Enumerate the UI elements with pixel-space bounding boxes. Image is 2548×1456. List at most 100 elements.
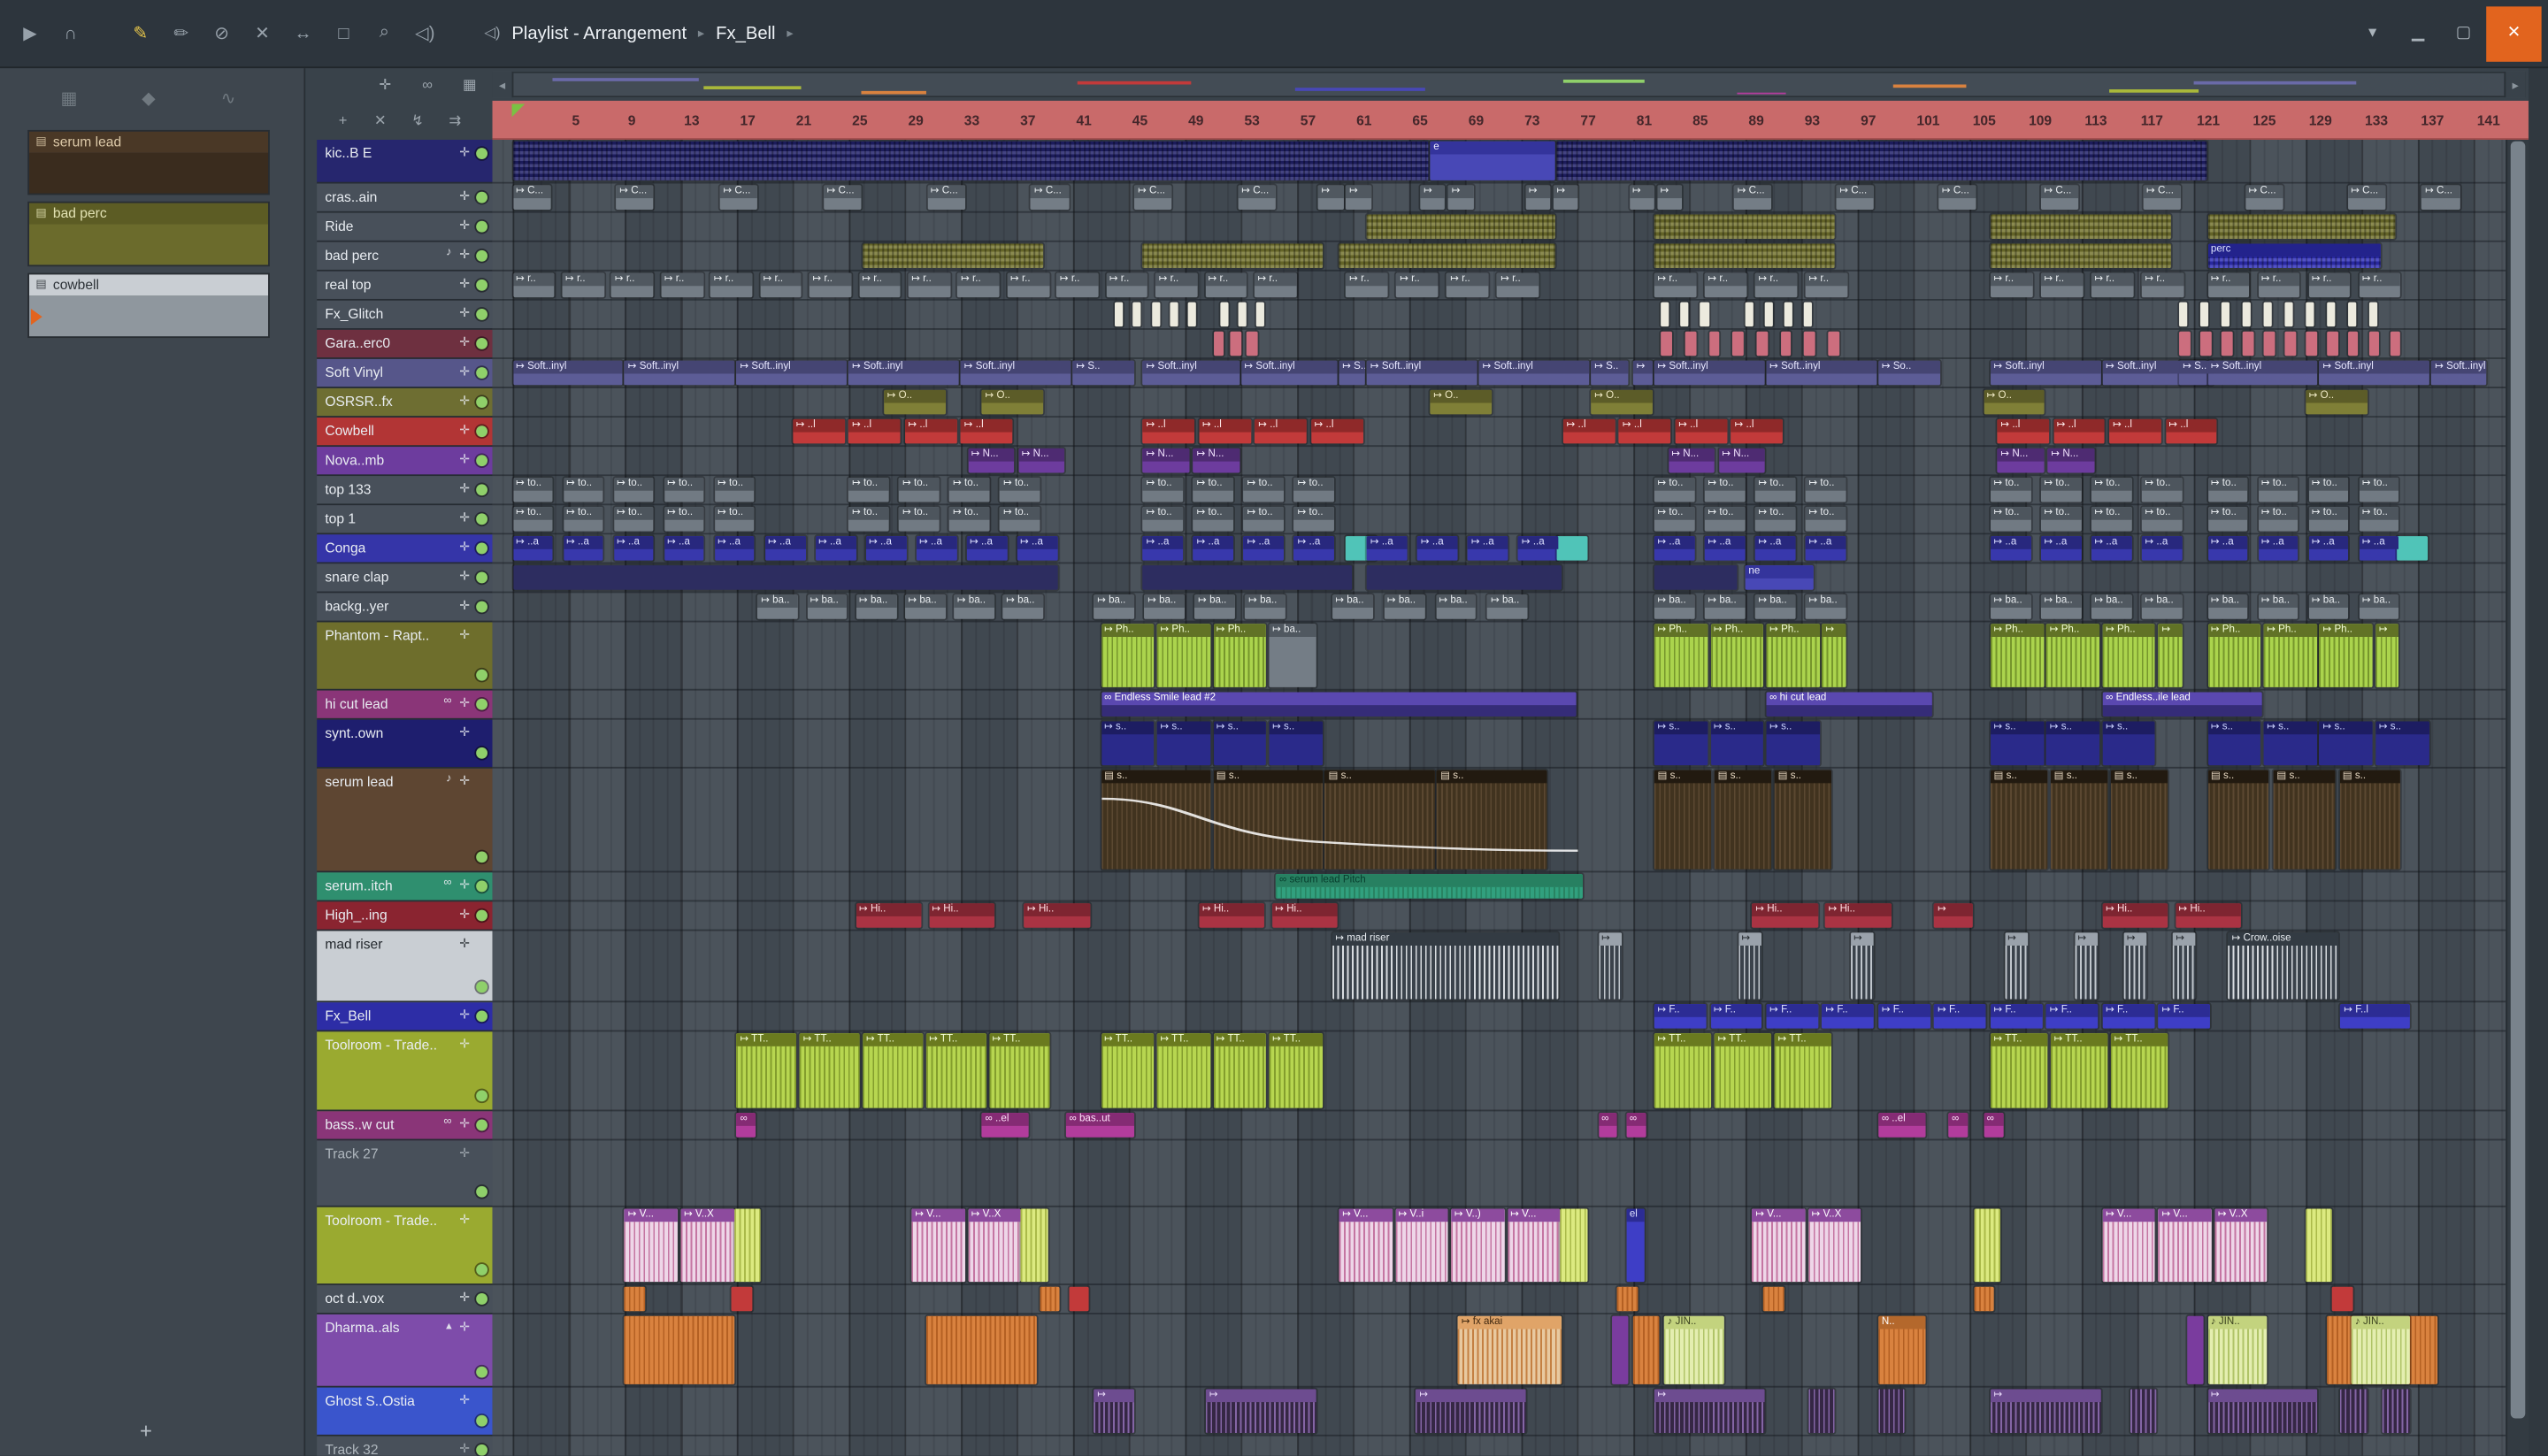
- clip[interactable]: ↦: [1738, 932, 1762, 1000]
- clip[interactable]: ↦ ..a: [2359, 536, 2399, 561]
- clip[interactable]: ↦ Ph..: [2263, 624, 2317, 687]
- clip[interactable]: ∞ hi cut lead: [1766, 692, 1933, 717]
- clip[interactable]: ↦ ..a: [664, 536, 705, 561]
- track-lane[interactable]: ↦ ba.. ↦ ba.. ↦ ba.. ↦ ba.. ↦ ba.. ↦ ba.. ↦ ba…: [492, 593, 2506, 623]
- mute-led[interactable]: [476, 747, 488, 759]
- clip[interactable]: ↦ ba..: [1332, 594, 1373, 619]
- clip[interactable]: ↦ to..: [1990, 477, 2031, 502]
- clip[interactable]: ↦ TT..: [1654, 1033, 1712, 1108]
- clip[interactable]: ↦ s..: [1710, 721, 1764, 766]
- track-header[interactable]: real top ✛: [317, 271, 493, 301]
- scroll-left-button[interactable]: ◂: [492, 71, 514, 98]
- clip[interactable]: perc: [2207, 243, 2382, 269]
- clip[interactable]: ▤ s..: [1437, 770, 1546, 870]
- clip[interactable]: [2326, 302, 2336, 327]
- clip[interactable]: [1804, 302, 1813, 327]
- clip[interactable]: ↦ C...: [1031, 185, 1069, 210]
- clip[interactable]: [1745, 302, 1754, 327]
- track-header[interactable]: OSRSR..fx ✛: [317, 387, 493, 418]
- clip[interactable]: ↦ s..: [1213, 721, 1267, 766]
- mute-led[interactable]: [476, 542, 488, 555]
- clip[interactable]: ∞: [1948, 1113, 1969, 1138]
- clip[interactable]: ↦ ..a: [966, 536, 1008, 561]
- clip[interactable]: ↦ ba..: [1245, 594, 1286, 619]
- menu-caret-button[interactable]: ▾: [2350, 11, 2395, 56]
- clip[interactable]: ↦ F..: [1654, 1004, 1707, 1029]
- track-lane[interactable]: ∞ Endless Smile lead #2 ∞ hi cut lead ∞ En…: [492, 691, 2506, 720]
- clip[interactable]: ↦ C...: [512, 185, 550, 210]
- track-badge-icon[interactable]: ♪: [446, 247, 451, 258]
- clip[interactable]: ↦ N...: [1997, 448, 2044, 473]
- track-badge-icon[interactable]: ▴: [446, 1319, 451, 1332]
- clip[interactable]: ↦ s..: [2207, 721, 2261, 766]
- clip[interactable]: ↦ C...: [2347, 185, 2386, 210]
- timeline-navigator[interactable]: ◂ ▸: [492, 71, 2526, 98]
- clip[interactable]: [2383, 1389, 2409, 1433]
- clip[interactable]: ↦ Hi..: [856, 903, 922, 928]
- clip[interactable]: ↦ C...: [1238, 185, 1277, 210]
- clip[interactable]: ↦ TT..: [2110, 1033, 2168, 1108]
- clip[interactable]: ↦ to..: [512, 477, 554, 502]
- clip[interactable]: ↦ to..: [1193, 477, 1234, 502]
- clip[interactable]: ↦ ba..: [1002, 594, 1044, 619]
- headphones-icon[interactable]: ∩: [54, 16, 88, 50]
- track-header[interactable]: Fx_Bell ✛: [317, 1002, 493, 1032]
- pan-icon[interactable]: ✛: [459, 907, 470, 922]
- pan-icon[interactable]: ✛: [459, 773, 470, 788]
- pan-icon[interactable]: ✛: [459, 247, 470, 262]
- mute-led[interactable]: [476, 1366, 488, 1378]
- clip[interactable]: ↦ ba..: [856, 594, 897, 619]
- clip[interactable]: ▤ s..: [2339, 770, 2401, 870]
- pattern-card-header[interactable]: ▤ bad perc: [29, 203, 269, 225]
- clip[interactable]: ↦ ..l: [961, 418, 1013, 444]
- clip[interactable]: ↦ ..l: [1142, 418, 1195, 444]
- clip[interactable]: ↦ Ph..: [1766, 624, 1820, 687]
- pan-icon[interactable]: ✛: [459, 393, 470, 408]
- clip[interactable]: ↦ r..: [1704, 272, 1747, 298]
- clip[interactable]: [2179, 331, 2191, 356]
- clip[interactable]: ↦ ..a: [1754, 536, 1796, 561]
- clip[interactable]: ↦ ..a: [2141, 536, 2183, 561]
- track-lane[interactable]: ↦ C... ↦ C... ↦ C... ↦ C... ↦ C... ↦ C... ↦ C.…: [492, 184, 2506, 213]
- clip[interactable]: ↦ to..: [848, 507, 890, 532]
- clip[interactable]: [1763, 1286, 1784, 1312]
- clip[interactable]: ↦ Soft..inyl: [961, 360, 1071, 386]
- clip[interactable]: ↦: [1317, 185, 1344, 210]
- clip[interactable]: ↦ C...: [719, 185, 758, 210]
- track-badge-icon[interactable]: ♪: [446, 773, 451, 785]
- clip[interactable]: ↦ Soft..inyl: [848, 360, 960, 386]
- clip[interactable]: ↦ ba..: [904, 594, 946, 619]
- clip[interactable]: ↦ C...: [2143, 185, 2181, 210]
- clip[interactable]: ↦ ..l: [1619, 418, 1671, 444]
- track-header[interactable]: snare clap ✛: [317, 563, 493, 594]
- clip[interactable]: ↦ TT..: [1269, 1033, 1323, 1108]
- clip[interactable]: el: [1626, 1208, 1645, 1283]
- mute-led[interactable]: [476, 220, 488, 233]
- clip[interactable]: ↦ r..: [2091, 272, 2134, 298]
- clip[interactable]: ↦ ..a: [1243, 536, 1285, 561]
- clip[interactable]: ↦ V..): [1451, 1208, 1505, 1283]
- clip[interactable]: ↦ ..a: [1654, 536, 1695, 561]
- slip-icon[interactable]: ⊘: [204, 16, 239, 50]
- mute-led[interactable]: [476, 1090, 488, 1102]
- clip[interactable]: ↦ ..a: [2040, 536, 2082, 561]
- mute-led[interactable]: [476, 1444, 488, 1456]
- pan-icon[interactable]: ✛: [459, 695, 470, 710]
- track-lane[interactable]: ↦ to.. ↦ to.. ↦ to.. ↦ to.. ↦ to.. ↦ to.. ↦ to…: [492, 505, 2506, 535]
- clip[interactable]: [512, 565, 1058, 590]
- clip[interactable]: [1764, 302, 1774, 327]
- clip[interactable]: ↦ to..: [2359, 477, 2399, 502]
- clip[interactable]: [1256, 302, 1265, 327]
- clip[interactable]: ↦ ..l: [848, 418, 901, 444]
- clip[interactable]: [1708, 331, 1720, 356]
- track-lane[interactable]: ↦ O.. ↦ O.. ↦ O.. ↦ O.. ↦ O.. ↦ O..: [492, 388, 2506, 418]
- track-lane[interactable]: [492, 1140, 2506, 1207]
- cut-icon[interactable]: ✕: [369, 109, 392, 132]
- clip[interactable]: ▤ s..: [1213, 770, 1323, 870]
- zoom-icon[interactable]: ⌕: [367, 16, 402, 50]
- track-header[interactable]: top 1 ✛: [317, 505, 493, 535]
- clip[interactable]: ↦ V..i: [1394, 1208, 1448, 1283]
- clip[interactable]: ↦ ba..: [2141, 594, 2183, 619]
- clip[interactable]: ↦ F..: [1822, 1004, 1875, 1029]
- clip[interactable]: ↦ ..l: [2053, 418, 2106, 444]
